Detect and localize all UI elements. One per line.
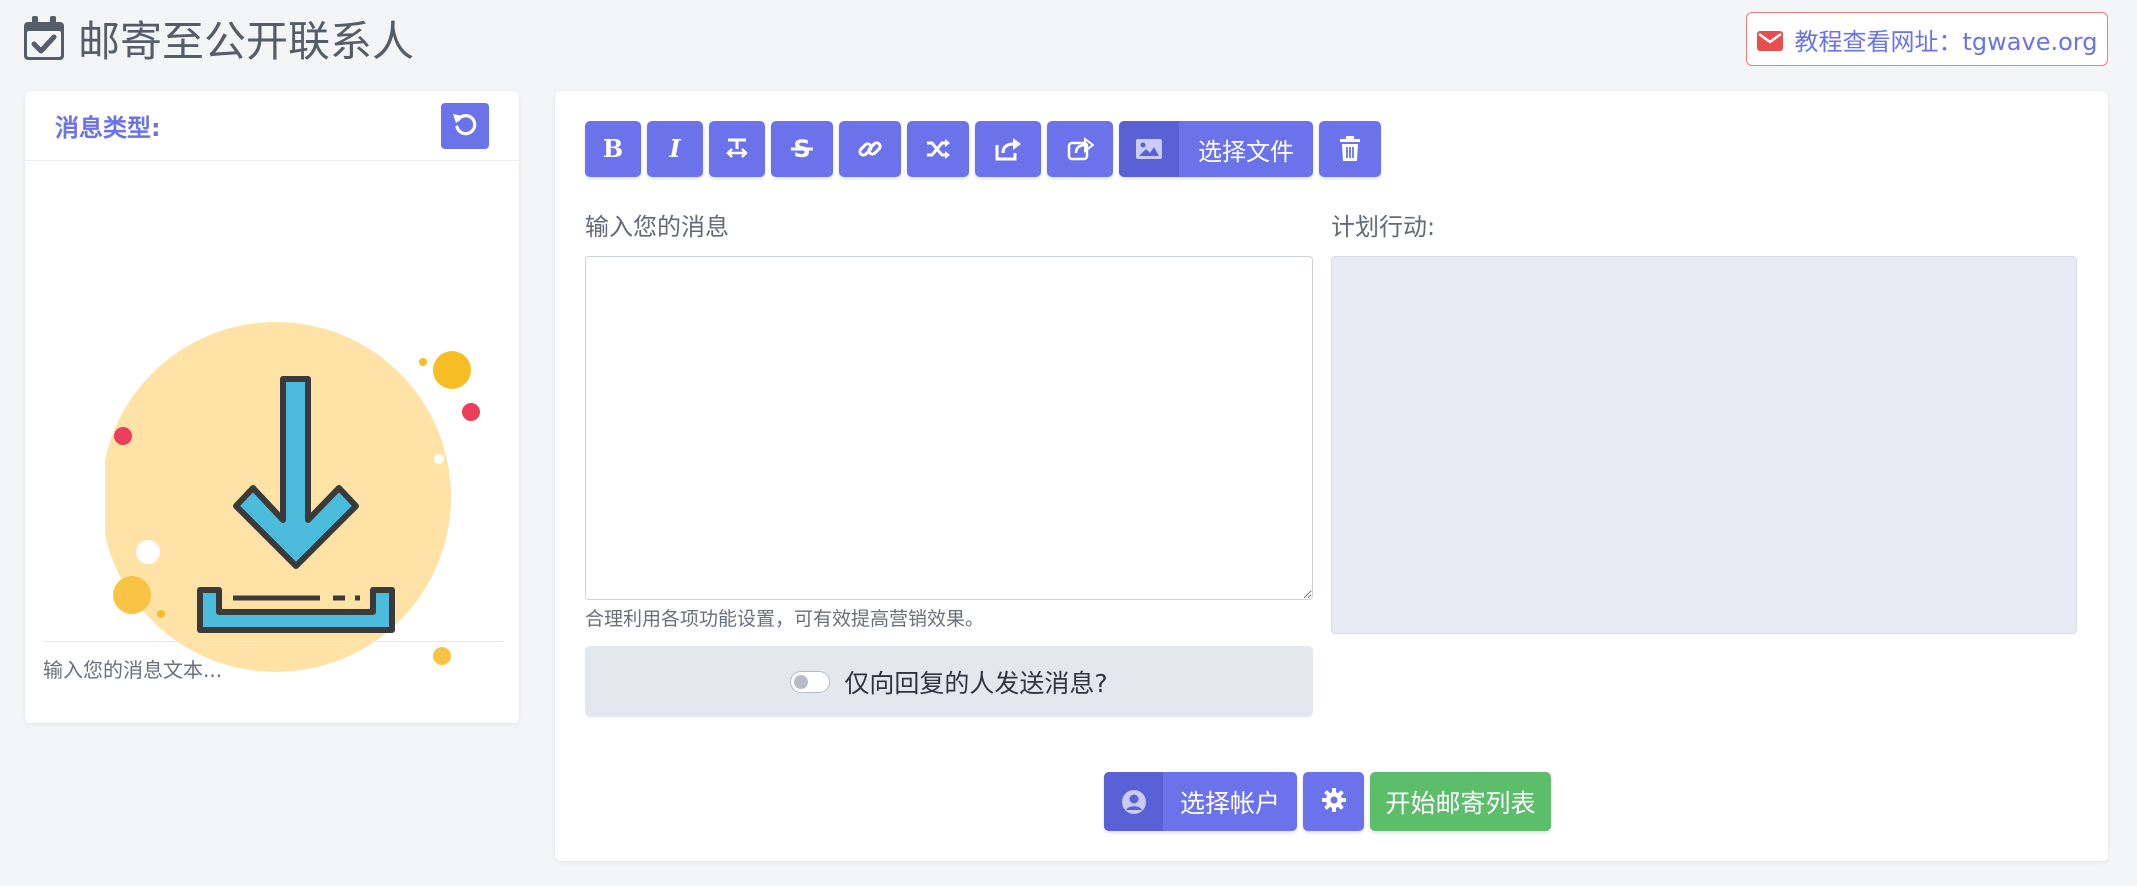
reply-only-label: 仅向回复的人发送消息? xyxy=(844,668,1108,698)
envelope-icon xyxy=(1756,29,1783,51)
italic-button[interactable]: I xyxy=(647,121,703,177)
formatting-toolbar: B I S 选择文件 xyxy=(585,121,1381,177)
gear-icon xyxy=(1321,787,1347,816)
message-hint: 合理利用各项功能设置，可有效提高营销效果。 xyxy=(585,608,985,630)
bold-button[interactable]: B xyxy=(585,121,641,177)
svg-text:I: I xyxy=(668,137,681,161)
strikethrough-icon: S xyxy=(789,136,815,162)
shuffle-icon xyxy=(925,137,951,161)
message-type-label: 消息类型: xyxy=(55,114,161,142)
message-type-header: 消息类型: xyxy=(25,91,519,161)
select-account-label: 选择帐户 xyxy=(1179,789,1280,818)
plan-actions-box xyxy=(1331,256,2077,634)
bold-icon: B xyxy=(602,137,624,161)
switch-knob xyxy=(794,674,809,689)
link-button[interactable] xyxy=(839,121,901,177)
share-alt-button[interactable] xyxy=(1047,121,1113,177)
calendar-check-icon xyxy=(24,16,64,60)
share-icon xyxy=(994,136,1022,162)
reset-button[interactable] xyxy=(441,102,489,149)
select-account-button[interactable]: 选择帐户 xyxy=(1104,772,1297,831)
reply-only-switch[interactable] xyxy=(790,670,831,693)
undo-icon xyxy=(452,111,478,140)
image-icon xyxy=(1119,121,1179,177)
compose-card: B I S 选择文件 输入您的消息 合理利用各项功能设置，可有效提高营销效果。 … xyxy=(555,91,2108,861)
tutorial-link-text: 教程查看网址：tgwave.org xyxy=(1794,27,2098,56)
reply-only-toggle-row[interactable]: 仅向回复的人发送消息? xyxy=(585,646,1313,717)
italic-icon: I xyxy=(664,137,686,161)
message-type-card: 消息类型: 输入您的消息文本... xyxy=(25,91,519,723)
strikethrough-button[interactable]: S xyxy=(771,121,833,177)
plan-label: 计划行动: xyxy=(1331,213,1436,241)
action-buttons: 选择帐户 开始邮寄列表 xyxy=(1104,772,1551,831)
share-button[interactable] xyxy=(975,121,1041,177)
link-icon xyxy=(857,136,883,162)
preview-divider xyxy=(43,641,503,642)
svg-text:B: B xyxy=(603,137,623,161)
settings-button[interactable] xyxy=(1303,772,1364,831)
text-height-button[interactable] xyxy=(709,121,765,177)
page-title-text: 邮寄至公开联系人 xyxy=(78,16,415,66)
start-mailing-button[interactable]: 开始邮寄列表 xyxy=(1370,772,1551,831)
message-label: 输入您的消息 xyxy=(585,213,729,241)
random-button[interactable] xyxy=(907,121,969,177)
delete-button[interactable] xyxy=(1319,121,1381,177)
text-height-icon xyxy=(724,137,750,161)
message-textarea[interactable] xyxy=(585,256,1313,600)
download-illustration xyxy=(101,218,505,709)
page: 邮寄至公开联系人 教程查看网址：tgwave.org 消息类型: 输入您的消息文… xyxy=(0,0,2137,886)
share-square-icon xyxy=(1066,136,1094,162)
choose-file-button[interactable]: 选择文件 xyxy=(1119,121,1313,177)
message-preview-text: 输入您的消息文本... xyxy=(43,658,223,682)
choose-file-label: 选择文件 xyxy=(1198,138,1294,166)
trash-icon xyxy=(1339,136,1361,162)
user-circle-icon xyxy=(1104,772,1163,831)
tutorial-link[interactable]: 教程查看网址：tgwave.org xyxy=(1746,12,2108,66)
page-title: 邮寄至公开联系人 xyxy=(24,10,414,66)
